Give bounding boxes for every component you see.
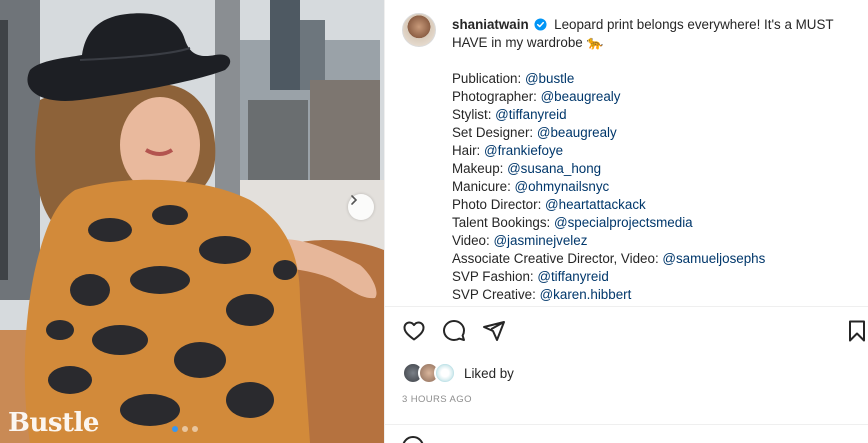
caption-text: Leopard print belongs everywhere! It's a… bbox=[554, 17, 834, 32]
carousel-dot bbox=[182, 426, 188, 432]
username-link[interactable]: shaniatwain bbox=[452, 17, 529, 32]
credit-line: Photographer: @beaugrealy bbox=[452, 88, 857, 106]
chevron-right-icon bbox=[351, 195, 358, 205]
credit-line: Set Designer: @beaugrealy bbox=[452, 124, 857, 142]
post-panel: shaniatwain Leopard print belongs everyw… bbox=[384, 0, 868, 443]
avatar[interactable] bbox=[402, 13, 436, 47]
liked-by-text: Liked by bbox=[464, 365, 514, 381]
save-button[interactable] bbox=[843, 317, 868, 345]
credit-line: Manicure: @ohmynailsnyc bbox=[452, 178, 857, 196]
post-photo[interactable]: Bustle bbox=[0, 0, 384, 443]
comment-icon bbox=[443, 320, 465, 341]
mention-link[interactable]: @bustle bbox=[525, 71, 574, 86]
mention-link[interactable]: @susana_hong bbox=[507, 161, 601, 176]
mention-link[interactable]: @ohmynailsnyc bbox=[515, 179, 610, 194]
credit-line: Hair: @frankiefoye bbox=[452, 142, 857, 160]
comment-button[interactable] bbox=[440, 317, 468, 345]
emoji-icon[interactable] bbox=[402, 436, 424, 443]
credit-line: Video: @jasminejvelez bbox=[452, 232, 857, 250]
credit-label: Set Designer: bbox=[452, 125, 537, 140]
credit-line: Publication: @bustle bbox=[452, 70, 857, 88]
credit-label: Manicure: bbox=[452, 179, 515, 194]
credit-label: Publication: bbox=[452, 71, 525, 86]
post-caption: shaniatwain Leopard print belongs everyw… bbox=[452, 16, 857, 304]
credit-line: Associate Creative Director, Video: @sam… bbox=[452, 250, 857, 268]
credit-label: Associate Creative Director, Video: bbox=[452, 251, 663, 266]
mention-link[interactable]: @samueljosephs bbox=[662, 251, 765, 266]
credit-label: Stylist: bbox=[452, 107, 496, 122]
bookmark-icon bbox=[849, 320, 865, 342]
credit-label: Talent Bookings: bbox=[452, 215, 554, 230]
credit-line: Talent Bookings: @specialprojectsmedia bbox=[452, 214, 857, 232]
share-button[interactable] bbox=[480, 317, 508, 345]
credit-label: SVP Creative: bbox=[452, 287, 540, 302]
divider bbox=[385, 306, 868, 307]
carousel-dot bbox=[172, 426, 178, 432]
next-photo-button[interactable] bbox=[348, 194, 374, 220]
mention-link[interactable]: @karen.hibbert bbox=[540, 287, 632, 302]
mention-link[interactable]: @tiffanyreid bbox=[495, 107, 566, 122]
credit-label: Photo Director: bbox=[452, 197, 546, 212]
mention-link[interactable]: @heartattackack bbox=[545, 197, 646, 212]
credit-label: Makeup: bbox=[452, 161, 508, 176]
carousel-indicator bbox=[172, 426, 198, 432]
credit-label: Photographer: bbox=[452, 89, 541, 104]
caption-area: shaniatwain Leopard print belongs everyw… bbox=[385, 0, 868, 306]
share-icon bbox=[483, 321, 505, 341]
photo-illustration bbox=[0, 0, 384, 443]
credit-line: SVP Fashion: @tiffanyreid bbox=[452, 268, 857, 286]
mention-link[interactable]: @tiffanyreid bbox=[537, 269, 608, 284]
comment-bar bbox=[385, 424, 868, 443]
bustle-watermark: Bustle bbox=[8, 408, 99, 438]
post-timestamp[interactable]: 3 HOURS AGO bbox=[402, 394, 472, 405]
credit-line: Photo Director: @heartattackack bbox=[452, 196, 857, 214]
verified-badge-icon bbox=[534, 18, 547, 31]
heart-icon bbox=[403, 321, 425, 341]
credit-line: SVP Creative: @karen.hibbert bbox=[452, 286, 857, 304]
liked-by-row[interactable]: Liked by bbox=[402, 362, 514, 384]
carousel-dot bbox=[192, 426, 198, 432]
mention-link[interactable]: @jasminejvelez bbox=[493, 233, 587, 248]
mention-link[interactable]: @beaugrealy bbox=[541, 89, 621, 104]
action-bar bbox=[385, 317, 868, 347]
caption-text: HAVE in my wardrobe 🐆 bbox=[452, 35, 604, 50]
credit-line: Makeup: @susana_hong bbox=[452, 160, 857, 178]
credit-line: Stylist: @tiffanyreid bbox=[452, 106, 857, 124]
like-button[interactable] bbox=[400, 317, 428, 345]
credit-label: Hair: bbox=[452, 143, 484, 158]
mention-link[interactable]: @specialprojectsmedia bbox=[554, 215, 693, 230]
mention-link[interactable]: @beaugrealy bbox=[537, 125, 617, 140]
mention-link[interactable]: @frankiefoye bbox=[484, 143, 563, 158]
credit-label: SVP Fashion: bbox=[452, 269, 538, 284]
liker-avatar bbox=[434, 362, 456, 384]
credit-label: Video: bbox=[452, 233, 494, 248]
